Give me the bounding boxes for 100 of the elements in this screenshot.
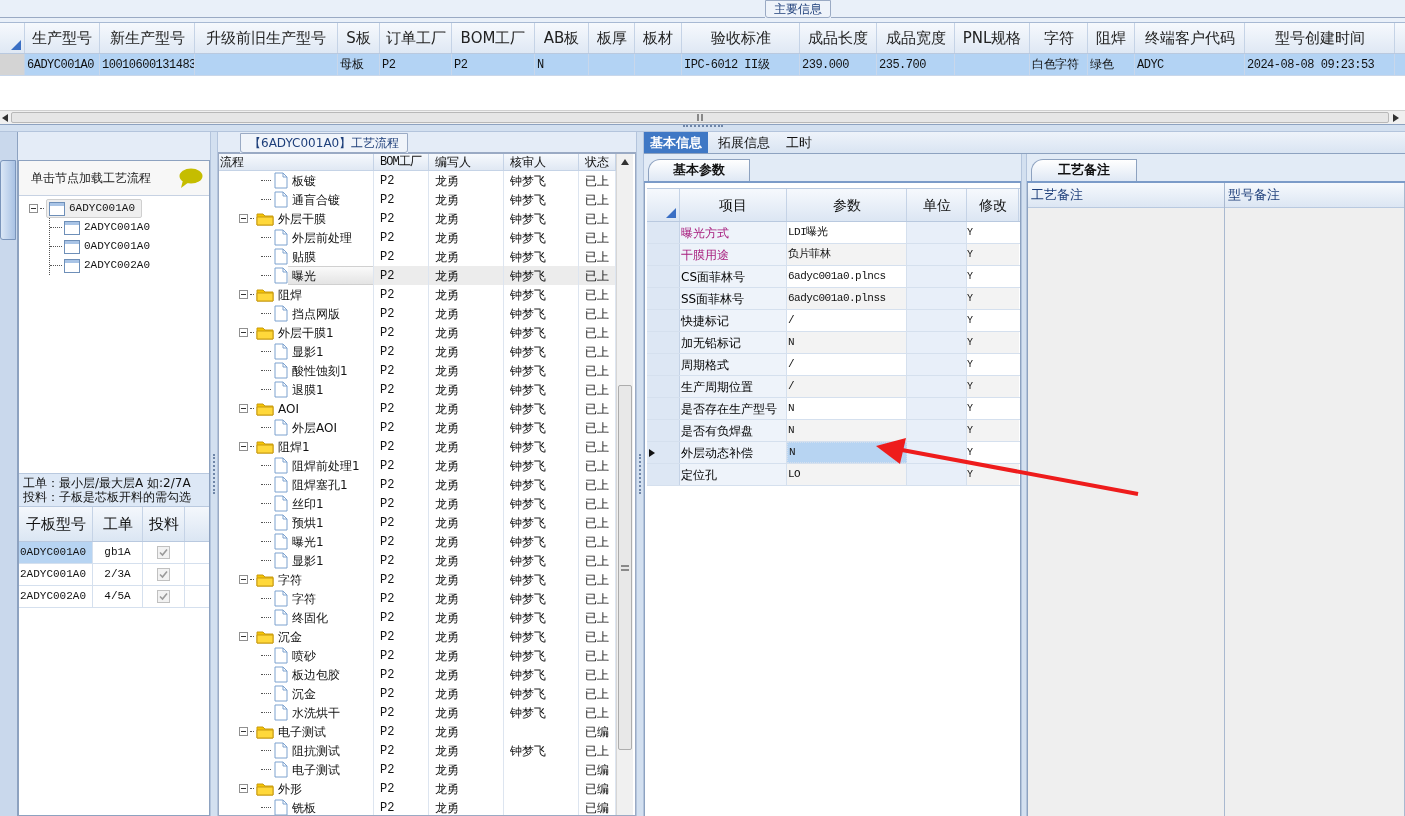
- tree-node[interactable]: 水洗烘干: [288, 703, 373, 722]
- collapse-icon[interactable]: [239, 328, 248, 337]
- tree-node[interactable]: 6ADYC001A0: [46, 199, 142, 218]
- column-header[interactable]: 投料: [143, 507, 185, 541]
- tree-node[interactable]: 外层干膜: [274, 209, 373, 228]
- tree-node[interactable]: 字符: [288, 589, 373, 608]
- tree-node[interactable]: 外形: [274, 779, 373, 798]
- column-header[interactable]: 型号创建时间: [1245, 23, 1395, 53]
- tree-node[interactable]: 阻抗测试: [288, 741, 373, 760]
- tree-node[interactable]: 通盲合镀: [288, 190, 373, 209]
- column-header[interactable]: 板厚: [589, 23, 635, 53]
- column-header[interactable]: 升级前旧生产型号: [195, 23, 338, 53]
- column-header[interactable]: AB板: [535, 23, 589, 53]
- tree-node[interactable]: 终固化: [288, 608, 373, 627]
- tab[interactable]: 拓展信息: [712, 132, 776, 153]
- tree-node[interactable]: 沉金: [288, 684, 373, 703]
- tab[interactable]: 基本信息: [644, 132, 708, 153]
- tree-node[interactable]: 板边包胶: [288, 665, 373, 684]
- vertical-scrollbar[interactable]: [616, 154, 633, 815]
- column-header[interactable]: 单位: [907, 189, 967, 221]
- collapse-icon[interactable]: [239, 290, 248, 299]
- table-cell-text: 239.000: [802, 56, 849, 74]
- tree-node[interactable]: 阻焊塞孔1: [288, 475, 373, 494]
- collapse-icon[interactable]: [239, 727, 248, 736]
- tree-node[interactable]: 电子测试: [288, 760, 373, 779]
- tree-node[interactable]: 2ADYC001A0: [62, 218, 154, 237]
- tree-node[interactable]: 2ADYC002A0: [62, 256, 154, 275]
- column-header[interactable]: 阻焊: [1088, 23, 1135, 53]
- scroll-left-icon[interactable]: [1, 113, 9, 122]
- column-header[interactable]: 流程: [219, 154, 374, 170]
- collapse-icon[interactable]: [239, 442, 248, 451]
- document-icon: [274, 514, 288, 531]
- collapse-icon[interactable]: [239, 632, 248, 641]
- table-cell-text: 钟梦飞: [510, 286, 546, 304]
- tree-node[interactable]: 显影1: [288, 551, 373, 570]
- tree-node[interactable]: 电子测试: [274, 722, 373, 741]
- column-header[interactable]: 编写人: [429, 154, 504, 170]
- column-header[interactable]: 子板型号: [19, 507, 93, 541]
- scroll-right-icon[interactable]: [1392, 113, 1400, 122]
- column-header[interactable]: 终端客户代码: [1135, 23, 1245, 53]
- tree-node[interactable]: 显影1: [288, 342, 373, 361]
- column-header[interactable]: 验收标准: [682, 23, 800, 53]
- column-header[interactable]: 项目: [680, 189, 787, 221]
- tree-node[interactable]: 外层干膜1: [274, 323, 373, 342]
- tree-node[interactable]: 退膜1: [288, 380, 373, 399]
- tree-node[interactable]: 预烘1: [288, 513, 373, 532]
- tree-node[interactable]: 字符: [274, 570, 373, 589]
- tree-node[interactable]: 0ADYC001A0: [62, 237, 154, 256]
- tree-node[interactable]: 阻焊: [274, 285, 373, 304]
- collapse-icon[interactable]: [239, 575, 248, 584]
- column-header[interactable]: S板: [338, 23, 380, 53]
- tab[interactable]: 工艺备注: [1031, 159, 1137, 181]
- document-icon: [274, 343, 288, 360]
- column-header[interactable]: 生产型号: [25, 23, 100, 53]
- tree-node[interactable]: 板镀: [288, 171, 373, 190]
- table-cell-text: 已上: [585, 419, 609, 437]
- tab[interactable]: 基本参数: [648, 159, 750, 181]
- collapse-icon[interactable]: [29, 204, 38, 213]
- column-header[interactable]: 新生产型号: [100, 23, 195, 53]
- table-cell-text: 龙勇: [435, 229, 459, 247]
- tree-node[interactable]: 曝光1: [288, 532, 373, 551]
- tree-node[interactable]: 沉金: [274, 627, 373, 646]
- tree-node[interactable]: 外层AOI: [288, 418, 373, 437]
- column-header[interactable]: 成品长度: [800, 23, 877, 53]
- tab[interactable]: 工时: [780, 132, 818, 153]
- column-header[interactable]: 修改: [967, 189, 1019, 221]
- tree-node[interactable]: 挡点网版: [288, 304, 373, 323]
- tree-node[interactable]: 贴膜: [288, 247, 373, 266]
- column-header[interactable]: 核审人: [504, 154, 579, 170]
- tree-node[interactable]: AOI: [274, 399, 373, 418]
- collapse-icon[interactable]: [239, 404, 248, 413]
- collapse-icon[interactable]: [239, 214, 248, 223]
- table-cell-text: 钟梦飞: [510, 609, 546, 627]
- table-cell-text: P2: [380, 267, 395, 285]
- column-header[interactable]: 工单: [93, 507, 143, 541]
- table-cell-text: Y: [967, 336, 973, 350]
- column-header[interactable]: BOM工厂: [452, 23, 535, 53]
- column-header[interactable]: BOM工厂: [374, 154, 429, 170]
- horizontal-scrollbar[interactable]: [0, 110, 1405, 124]
- table-cell-text: 龙勇: [435, 495, 459, 513]
- tree-node[interactable]: 外层前处理: [288, 228, 373, 247]
- row-header[interactable]: [647, 442, 680, 463]
- column-header[interactable]: 成品宽度: [877, 23, 955, 53]
- tree-node[interactable]: 丝印1: [288, 494, 373, 513]
- tree-node[interactable]: 阻焊1: [274, 437, 373, 456]
- scroll-up-icon[interactable]: [621, 158, 629, 166]
- column-header[interactable]: 字符: [1030, 23, 1088, 53]
- tree-node[interactable]: 铣板: [288, 798, 373, 815]
- collapse-icon[interactable]: [239, 784, 248, 793]
- tree-node[interactable]: 喷砂: [288, 646, 373, 665]
- tree-node[interactable]: 阻焊前处理1: [288, 456, 373, 475]
- column-header[interactable]: 板材: [635, 23, 682, 53]
- folder-icon: [256, 211, 274, 226]
- tree-node[interactable]: 曝光: [288, 266, 373, 285]
- side-tab[interactable]: [0, 160, 16, 240]
- tree-node[interactable]: 酸性蚀刻1: [288, 361, 373, 380]
- column-header[interactable]: 订单工厂: [380, 23, 452, 53]
- column-header[interactable]: PNL规格: [955, 23, 1030, 53]
- splitter-grip-icon[interactable]: [682, 125, 723, 128]
- column-header[interactable]: 参数: [787, 189, 907, 221]
